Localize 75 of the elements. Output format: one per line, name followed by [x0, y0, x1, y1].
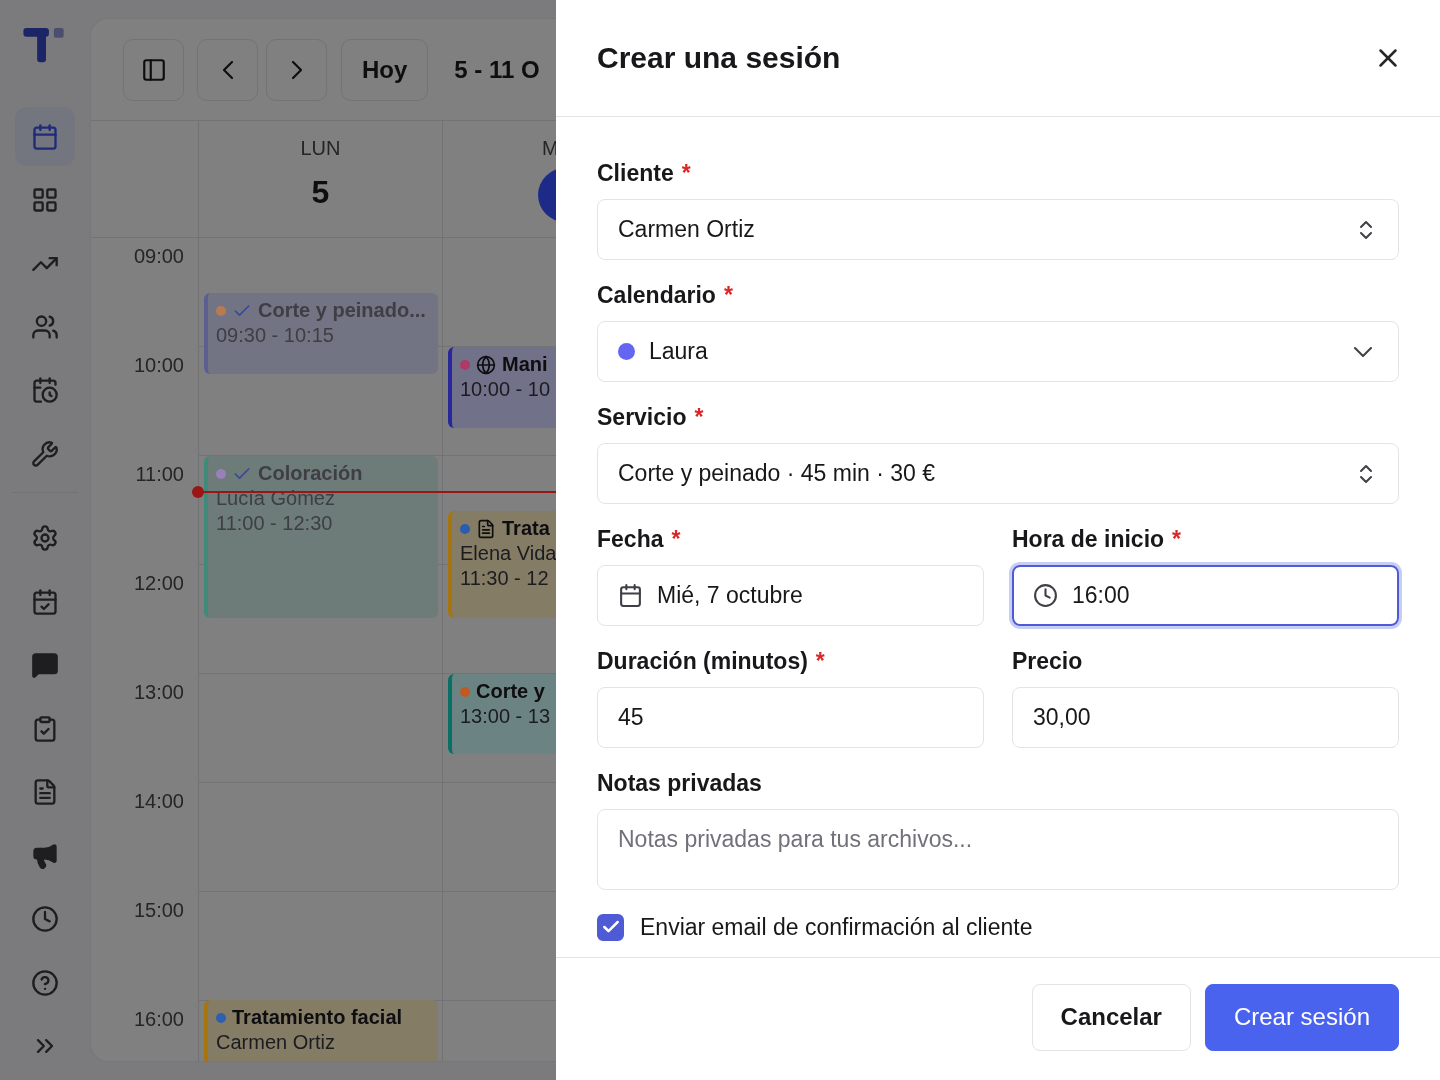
hour-label: 09:00 — [133, 245, 184, 269]
event-card[interactable]: Trata Elena Vida 11:30 - 12 — [448, 511, 556, 618]
event-title: Corte y peinado... — [258, 299, 426, 322]
cancel-button[interactable]: Cancelar — [1031, 983, 1191, 1051]
hour-label: 12:00 — [133, 572, 184, 596]
checkbox[interactable] — [597, 913, 624, 941]
sidebar-toggle-button[interactable] — [123, 38, 184, 101]
field-label: Hora de inicio — [1012, 526, 1165, 554]
required-mark: * — [815, 648, 825, 676]
event-title: Mani — [502, 353, 548, 376]
event-client: Carmen Ortiz — [216, 1031, 335, 1054]
chevron-left-icon — [222, 60, 233, 79]
field-label: Fecha — [597, 526, 664, 554]
chevron-down-icon — [1354, 346, 1372, 357]
panel-icon — [140, 56, 167, 83]
calendar-clock-icon — [31, 376, 59, 405]
calendar-icon — [618, 583, 643, 608]
field-label: Duración (minutos) — [597, 648, 808, 676]
input-field[interactable]: 45 — [597, 687, 984, 748]
sidebar-item[interactable] — [15, 107, 75, 167]
event-client: Elena Vida — [460, 542, 556, 565]
checkbox-label: Enviar email de confirmación al cliente — [640, 913, 1033, 941]
hour-label: 14:00 — [133, 790, 184, 814]
select-field[interactable]: Carmen Ortiz — [597, 199, 1399, 260]
dialog-title: Crear una sesión — [597, 41, 841, 75]
required-mark: * — [681, 160, 691, 188]
field-label: Calendario — [597, 282, 716, 310]
help-icon — [31, 968, 59, 997]
hour-label: 11:00 — [135, 463, 184, 487]
event-time: 11:00 - 12:30 — [216, 512, 333, 535]
weekday: LUN — [300, 137, 341, 160]
event-title: Corte y — [476, 680, 545, 703]
event-time: 13:00 - 13 — [460, 705, 551, 728]
clock-icon — [31, 905, 59, 934]
event-card[interactable]: Corte y 13:00 - 13 — [448, 674, 556, 754]
select-field[interactable]: Corte y peinado · 45 min · 30 € — [597, 443, 1399, 504]
field-label: Servicio — [597, 404, 687, 432]
users-icon — [31, 313, 59, 341]
calendar-icon — [31, 122, 59, 151]
event-time: 11:30 - 12 — [460, 567, 549, 590]
notes-field[interactable]: Notas privadas para tus archivos... — [597, 809, 1399, 890]
hour-label: 10:00 — [133, 354, 184, 378]
day-number: 5 — [311, 174, 330, 211]
date-range: 5 - 11 O — [454, 55, 540, 84]
event-card[interactable]: Mani 10:00 - 10 — [448, 347, 556, 428]
megaphone-icon — [31, 841, 59, 870]
wrench-icon — [31, 439, 59, 468]
dashboard-icon — [31, 186, 59, 215]
field-label: Cliente — [597, 160, 674, 188]
today-button[interactable]: Hoy — [341, 38, 429, 101]
chat-icon — [31, 651, 59, 680]
required-mark: * — [671, 526, 681, 554]
calendar-check-icon — [31, 587, 59, 616]
event-card[interactable]: Tratamiento facial Carmen Ortiz — [204, 1000, 438, 1061]
date-field[interactable]: Mié, 7 octubre — [597, 565, 984, 626]
hour-label: 16:00 — [133, 1008, 184, 1032]
input-field[interactable]: 30,00 — [1012, 687, 1399, 748]
chevron-right-icon — [291, 60, 302, 79]
hour-label: 13:00 — [133, 681, 184, 705]
required-mark: * — [1172, 526, 1182, 554]
field-label: Precio — [1012, 648, 1083, 676]
event-time: 10:00 - 10 — [460, 378, 551, 401]
required-mark: * — [723, 282, 733, 310]
required-mark: * — [694, 404, 704, 432]
event-title: Coloración — [258, 462, 363, 485]
hour-label: 15:00 — [133, 899, 184, 923]
field-label: Notas privadas — [597, 770, 762, 798]
event-time: 09:30 - 10:15 — [216, 324, 334, 347]
time-field[interactable]: 16:00 — [1012, 565, 1399, 626]
create-button[interactable]: Crear sesión — [1204, 983, 1399, 1051]
dropdown-field[interactable]: Laura — [597, 321, 1399, 382]
clock-icon — [1033, 583, 1058, 608]
settings-icon — [31, 524, 59, 553]
event-title: Trata — [502, 517, 550, 540]
event-title: Tratamiento facial — [232, 1006, 403, 1029]
